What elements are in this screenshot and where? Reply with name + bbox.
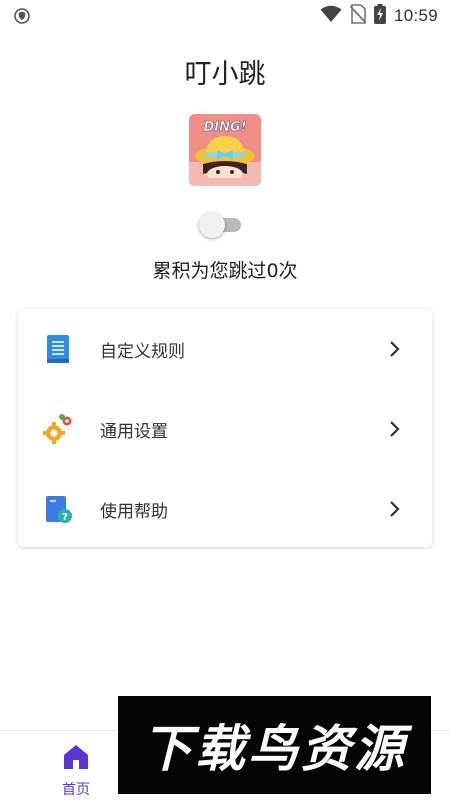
menu-item-label: 通用设置 bbox=[100, 422, 168, 442]
watermark-banner: 下载鸟资源 bbox=[118, 696, 431, 794]
chevron-right-icon bbox=[388, 419, 402, 439]
vpn-shield-icon bbox=[14, 8, 30, 28]
nav-tab-label: 首页 bbox=[62, 782, 90, 798]
skip-count-summary: 累积为您跳过0次 bbox=[152, 260, 298, 282]
svg-text:?: ? bbox=[62, 512, 68, 523]
wifi-icon bbox=[320, 5, 342, 27]
home-icon bbox=[62, 743, 90, 771]
svg-text:DING!: DING! bbox=[203, 120, 246, 135]
menu-item-label: 自定义规则 bbox=[100, 342, 185, 362]
menu-item-custom-rules[interactable]: 自定义规则 bbox=[18, 309, 432, 389]
menu-item-general-settings[interactable]: 通用设置 bbox=[18, 389, 432, 469]
app-logo: DING! bbox=[189, 114, 261, 186]
watermark-text: 下载鸟资源 bbox=[142, 720, 407, 778]
no-sim-icon bbox=[349, 4, 367, 28]
document-list-icon bbox=[42, 333, 74, 365]
chevron-right-icon bbox=[388, 499, 402, 519]
status-time: 10:59 bbox=[393, 6, 438, 25]
app-title: 叮小跳 bbox=[184, 59, 266, 90]
chevron-right-icon bbox=[388, 339, 402, 359]
gears-icon bbox=[42, 413, 74, 445]
nav-tab-home[interactable]: 首页 bbox=[54, 741, 98, 798]
battery-charging-icon bbox=[373, 4, 386, 28]
menu-item-label: 使用帮助 bbox=[100, 502, 168, 522]
settings-menu-card: 自定义规则 通用设置 ? 使用帮助 bbox=[18, 309, 432, 547]
toggle-thumb bbox=[199, 212, 225, 238]
status-bar: 10:59 bbox=[0, 0, 450, 32]
help-book-icon: ? bbox=[42, 493, 74, 525]
menu-item-help[interactable]: ? 使用帮助 bbox=[18, 469, 432, 549]
skip-toggle-switch[interactable] bbox=[199, 212, 243, 238]
